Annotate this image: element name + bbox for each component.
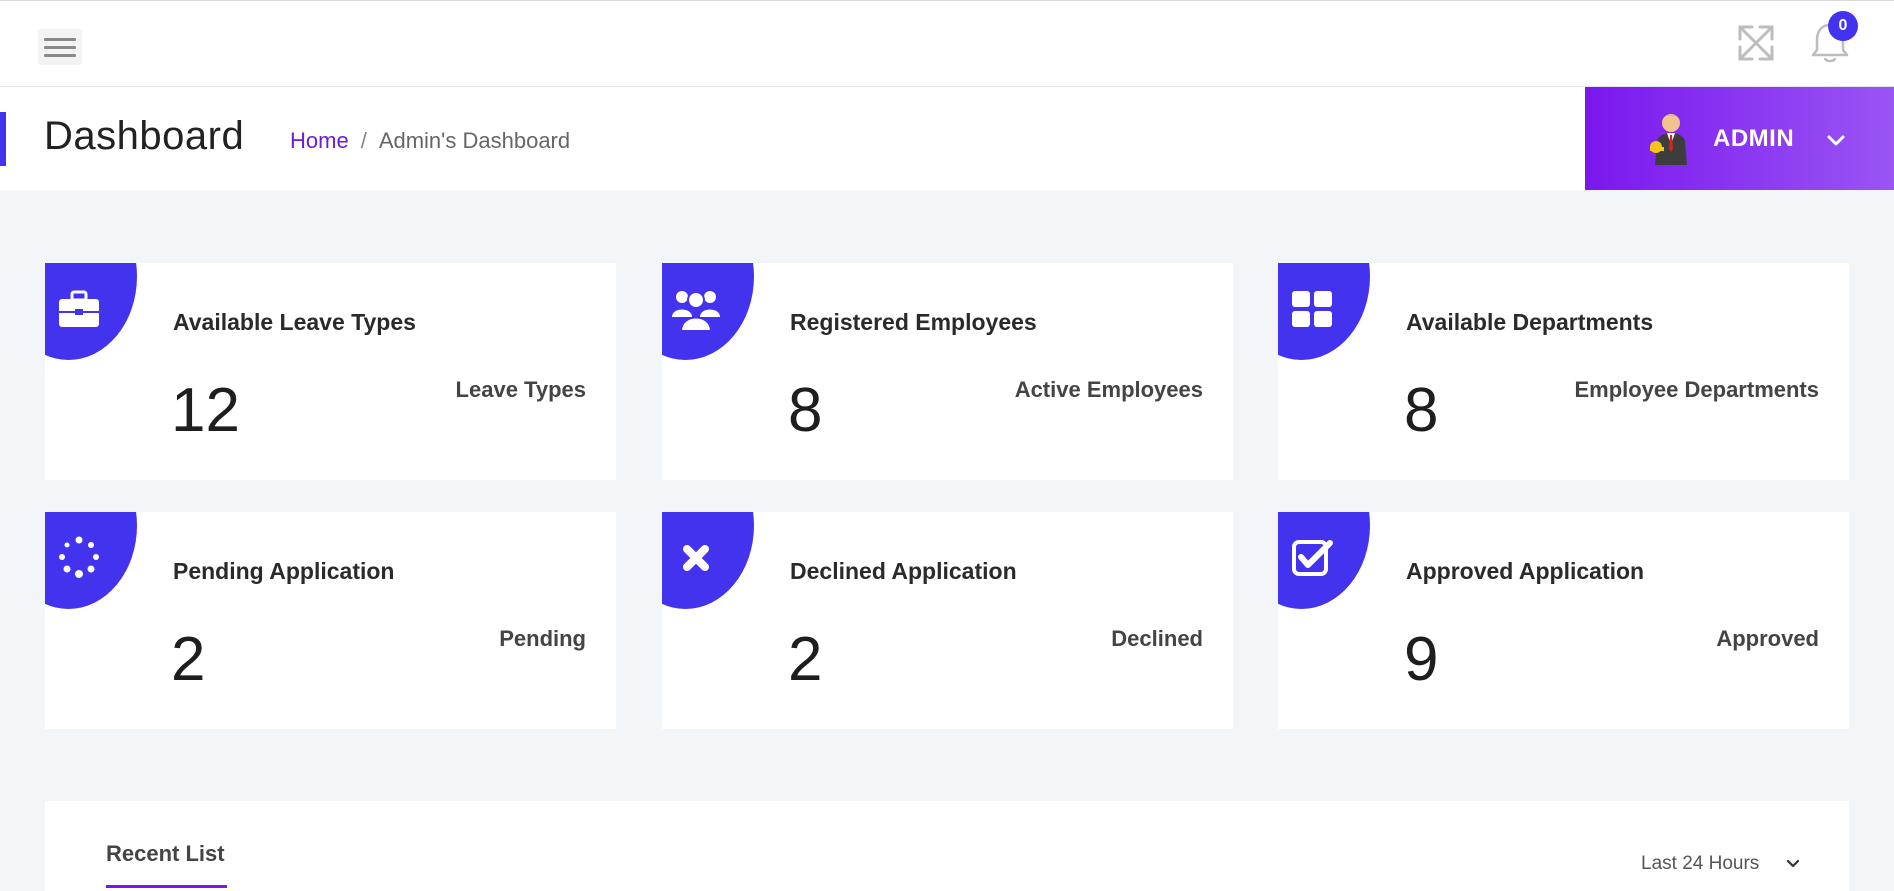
card-value: 9 <box>1404 625 1439 694</box>
expand-icon <box>1738 25 1774 61</box>
card-title: Available Departments <box>1406 309 1654 335</box>
card-label: Leave Types <box>455 377 586 402</box>
stat-card-approved[interactable]: Approved Application 9 Approved <box>1278 512 1849 729</box>
card-label: Employee Departments <box>1574 377 1819 402</box>
card-label: Active Employees <box>1014 377 1203 402</box>
breadcrumb: Home / Admin's Dashboard <box>290 128 570 154</box>
checkbox-icon <box>1292 540 1333 576</box>
stat-card-departments[interactable]: Available Departments 8 Employee Departm… <box>1278 263 1849 480</box>
stat-card-declined[interactable]: Declined Application 2 Declined <box>662 512 1233 729</box>
card-title: Declined Application <box>790 558 1017 584</box>
card-label: Approved <box>1716 626 1819 651</box>
hamburger-line <box>44 46 76 49</box>
breadcrumb-home-link[interactable]: Home <box>290 128 349 154</box>
grid-icon <box>1292 291 1332 327</box>
chevron-down-icon <box>1787 859 1800 868</box>
notification-count-badge: 0 <box>1828 11 1858 41</box>
card-value: 2 <box>788 625 823 694</box>
hamburger-line <box>44 38 76 41</box>
breadcrumb-current: Admin's Dashboard <box>378 128 571 153</box>
time-range-select[interactable]: Last 24 Hours <box>1641 853 1801 875</box>
chevron-down-icon <box>1827 135 1845 146</box>
card-value: 12 <box>171 376 240 445</box>
card-label: Pending <box>499 626 586 651</box>
active-tab-underline <box>106 885 227 888</box>
card-title: Available Leave Types <box>173 309 416 335</box>
title-accent-bar <box>0 112 6 166</box>
card-value: 8 <box>788 376 823 445</box>
card-label: Declined <box>1111 626 1203 651</box>
fullscreen-button[interactable] <box>1734 21 1778 65</box>
stat-card-pending[interactable]: Pending Application 2 Pending <box>45 512 616 729</box>
close-icon <box>683 545 709 571</box>
card-title: Pending Application <box>173 558 395 584</box>
user-name: ADMIN <box>1713 125 1795 152</box>
users-icon <box>672 291 720 332</box>
hamburger-line <box>44 54 76 57</box>
card-title: Registered Employees <box>790 309 1037 335</box>
page-title: Dashboard <box>44 114 245 158</box>
admin-avatar-icon <box>1650 114 1687 165</box>
time-range-value: Last 24 Hours <box>1641 853 1760 874</box>
breadcrumb-separator: / <box>360 128 367 153</box>
card-value: 8 <box>1404 376 1439 445</box>
tab-recent-list[interactable]: Recent List <box>106 841 225 867</box>
recent-list-panel: Recent List Last 24 Hours <box>45 801 1849 891</box>
stat-card-employees[interactable]: Registered Employees 8 Active Employees <box>662 263 1233 480</box>
briefcase-icon <box>59 290 99 327</box>
user-menu-button[interactable]: ADMIN <box>1585 87 1894 190</box>
top-bar: 0 <box>0 0 1894 87</box>
card-value: 2 <box>171 625 206 694</box>
spinner-icon <box>59 536 99 578</box>
card-title: Approved Application <box>1406 558 1645 584</box>
stat-card-leave-types[interactable]: Available Leave Types 12 Leave Types <box>45 263 616 480</box>
menu-toggle-button[interactable] <box>38 29 82 65</box>
